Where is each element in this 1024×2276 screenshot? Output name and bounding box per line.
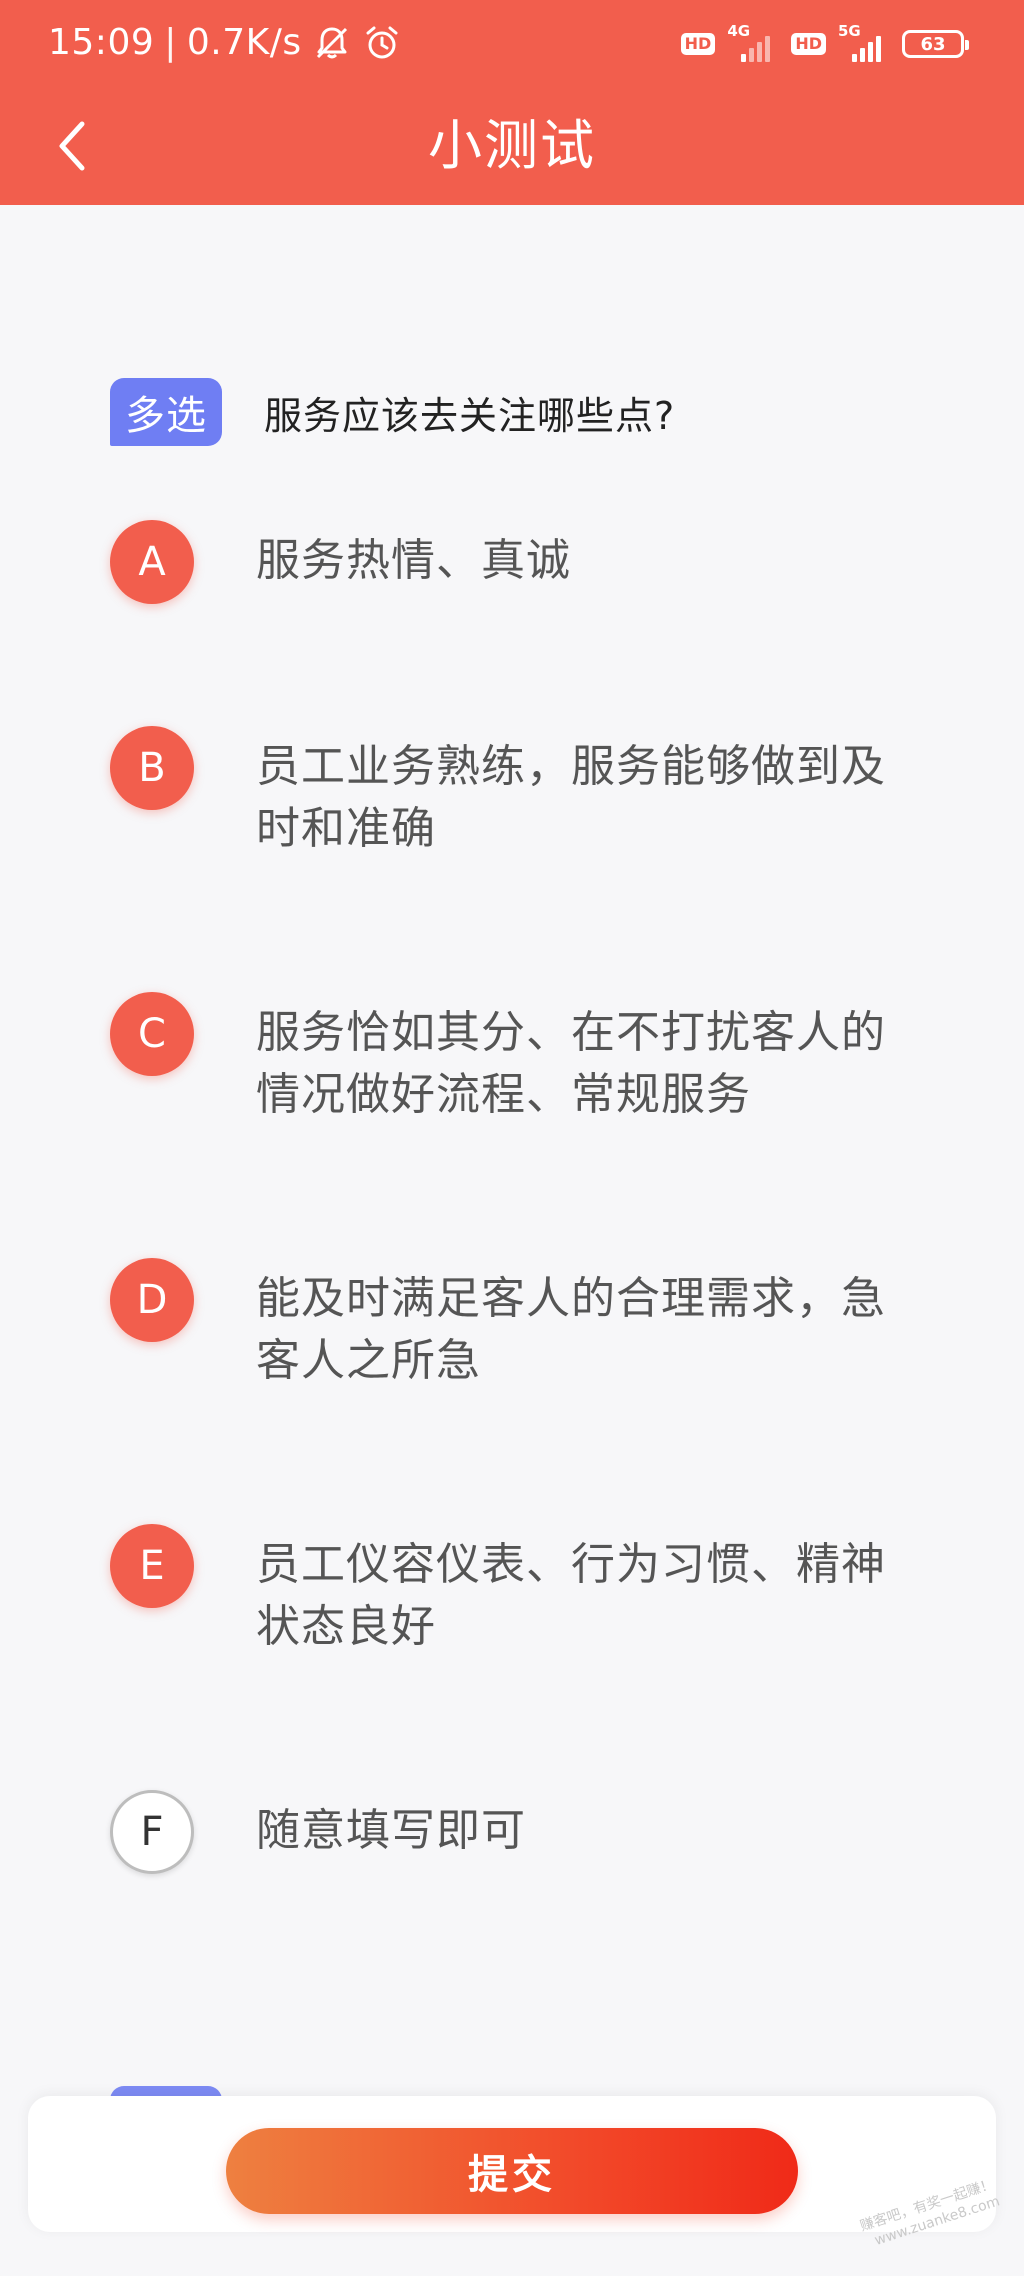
option-d-marker[interactable]: D (110, 1258, 194, 1342)
option-a-marker[interactable]: A (110, 520, 194, 604)
question-type-tag: 多选 (110, 378, 222, 446)
option-f[interactable]: F 随意填写即可 (110, 1790, 930, 1874)
option-f-text: 随意填写即可 (256, 1805, 526, 1856)
signal-bars-icon (852, 36, 881, 62)
submit-button[interactable]: 提交 (226, 2128, 798, 2214)
option-d[interactable]: D 能及时满足客人的合理需求，急客人之所急 (110, 1258, 930, 1392)
option-e-text: 员工仪容仪表、行为习惯、精神状态良好 (256, 1539, 886, 1652)
hd-badge-1: HD (680, 33, 716, 55)
battery-level: 63 (920, 33, 946, 55)
status-left: 15:09 | 0.7K/s (48, 22, 402, 63)
option-a[interactable]: A 服务热情、真诚 (110, 520, 930, 604)
status-bar: 15:09 | 0.7K/s HD 4G HD 5G 63 (0, 0, 1024, 92)
option-a-text: 服务热情、真诚 (256, 535, 571, 586)
hd-badge-2: HD (791, 33, 826, 55)
status-separator: | (164, 22, 177, 63)
option-b-text: 员工业务熟练，服务能够做到及时和准确 (256, 741, 886, 854)
option-c-marker[interactable]: C (110, 992, 194, 1076)
question-text: 服务应该去关注哪些点? (264, 393, 676, 438)
status-net-speed: 0.7K/s (186, 22, 302, 63)
status-time: 15:09 (48, 22, 155, 63)
option-d-text: 能及时满足客人的合理需求，急客人之所急 (256, 1273, 886, 1386)
alarm-icon (366, 26, 398, 58)
page-title: 小测试 (428, 114, 596, 177)
option-b-marker[interactable]: B (110, 726, 194, 810)
mute-icon (316, 27, 347, 58)
option-b[interactable]: B 员工业务熟练，服务能够做到及时和准确 (110, 726, 930, 860)
status-right: HD 4G HD 5G 63 (680, 22, 969, 62)
network-4g-signal: 4G (727, 22, 779, 62)
option-f-marker[interactable]: F (110, 1790, 194, 1874)
app-header: 15:09 | 0.7K/s HD 4G HD 5G 63 小测试 (0, 0, 1024, 205)
option-e-marker[interactable]: E (110, 1524, 194, 1608)
question-header: 多选 服务应该去关注哪些点? (110, 378, 675, 446)
option-c[interactable]: C 服务恰如其分、在不打扰客人的情况做好流程、常规服务 (110, 992, 930, 1126)
network-5g-signal: 5G (838, 22, 890, 62)
battery-icon: 63 (902, 30, 969, 58)
option-e[interactable]: E 员工仪容仪表、行为习惯、精神状态良好 (110, 1524, 930, 1658)
nav-bar: 小测试 (0, 92, 1024, 205)
option-c-text: 服务恰如其分、在不打扰客人的情况做好流程、常规服务 (256, 1007, 886, 1120)
signal-bars-icon (741, 36, 771, 62)
